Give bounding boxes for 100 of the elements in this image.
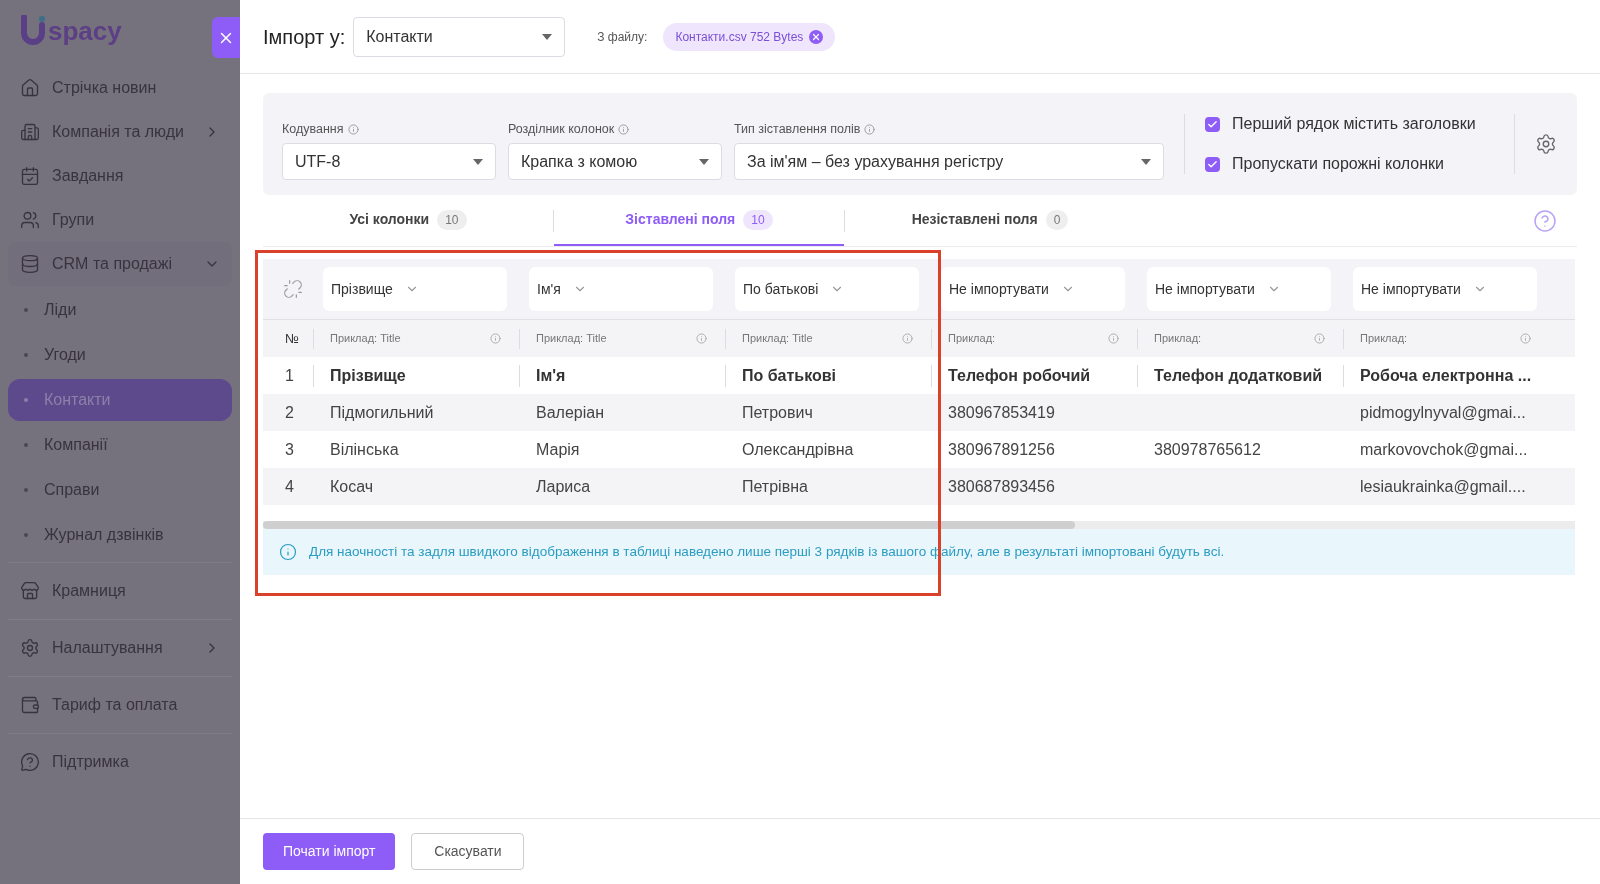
field-dropdown[interactable]: Не імпортувати	[1147, 267, 1331, 311]
checkbox[interactable]	[1205, 156, 1220, 172]
help-icon	[20, 752, 40, 772]
tab-count: 0	[1045, 209, 1069, 230]
field-dropdown[interactable]: По батькові	[735, 267, 919, 311]
bullet-icon	[24, 353, 28, 357]
checkbox-label: Пропускати порожні колонки	[1232, 154, 1445, 174]
bullet-icon	[24, 488, 28, 492]
bullet-icon	[24, 308, 28, 312]
table-cell-text: Косач	[330, 476, 374, 497]
field-select[interactable]: За ім'ям – без урахування регістру	[734, 143, 1164, 181]
table-cell-text: 380967891256	[948, 439, 1055, 460]
table-cell-text: Петрович	[742, 402, 813, 423]
field-dropdown[interactable]: Прізвище	[323, 267, 507, 311]
checkbox-label: Перший рядок містить заголовки	[1232, 114, 1476, 134]
bullet-icon	[24, 533, 28, 537]
check-icon	[1207, 118, 1218, 130]
table-cell-text: Робоча електронна ...	[1360, 365, 1532, 386]
tab[interactable]: Незіставлені поля 0	[845, 195, 1135, 246]
table-cell-text: 380967853419	[948, 402, 1055, 423]
row-number: 4	[284, 476, 295, 497]
sidebar-subitem[interactable]: Ліди	[8, 289, 232, 331]
field-label: Кодування	[282, 120, 344, 138]
unlink-icon[interactable]	[283, 279, 303, 299]
sidebar-item[interactable]: Завдання	[8, 154, 232, 198]
scrollbar[interactable]	[263, 521, 1575, 529]
info-icon	[347, 123, 359, 135]
remove-icon[interactable]	[809, 29, 824, 44]
info-icon	[1314, 333, 1325, 344]
field-dropdown[interactable]: Не імпортувати	[1353, 267, 1537, 311]
building-icon	[20, 122, 40, 142]
table-cell-text: Олександрівна	[742, 439, 854, 460]
table-cell-text: Петрівна	[742, 476, 808, 497]
info-icon	[490, 333, 501, 344]
table-cell-text: Марія	[536, 439, 580, 460]
sidebar-item[interactable]: Компанія та люди	[8, 110, 232, 154]
info-icon	[696, 333, 707, 344]
settings-icon	[20, 638, 40, 658]
info-icon	[902, 333, 913, 344]
row-number: 3	[284, 439, 295, 460]
sidebar-item[interactable]: Крамниця	[8, 569, 232, 613]
sidebar-item[interactable]: Тариф та оплата	[8, 683, 232, 727]
sidebar-item[interactable]: Налаштування	[8, 626, 232, 670]
users-icon	[20, 210, 40, 230]
sidebar-item[interactable]: Підтримка	[8, 740, 232, 784]
info-icon	[618, 123, 630, 135]
sidebar-subitem[interactable]: Журнал дзвінків	[8, 514, 232, 556]
column-heading: №	[284, 329, 300, 348]
table-cell-text: 380978765612	[1154, 439, 1261, 460]
table-cell-text: Ім'я	[536, 365, 566, 386]
table-cell-text: Підмогильний	[330, 402, 434, 423]
caret-icon	[473, 158, 483, 165]
table-cell-text: Валеріан	[536, 402, 604, 423]
table-cell-text: 380687893456	[948, 476, 1055, 497]
sidebar-subitem[interactable]: Справи	[8, 469, 232, 511]
target-select[interactable]: Контакти	[353, 16, 566, 57]
tab-count: 10	[437, 209, 467, 230]
caret-icon	[542, 33, 553, 40]
sidebar-subitem[interactable]: Компанії	[8, 424, 232, 466]
database-icon	[20, 254, 40, 274]
table-cell-text: Лариса	[536, 476, 591, 497]
table-cell-text: pidmogylnyval@gmai...	[1360, 402, 1526, 423]
table-cell-text: lesiaukrainka@gmail....	[1360, 476, 1526, 497]
close-button[interactable]	[212, 17, 240, 58]
field-dropdown[interactable]: Не імпортувати	[941, 267, 1125, 311]
settings-icon[interactable]	[1535, 133, 1557, 155]
info-icon	[1108, 333, 1119, 344]
row-number: 2	[284, 402, 295, 423]
file-label: З файлу:	[597, 28, 648, 46]
tab-count: 10	[743, 209, 773, 230]
page-title: Імпорт у:	[263, 24, 346, 50]
info-icon	[279, 543, 297, 561]
example-label: Приклад: Title	[330, 331, 402, 347]
home-icon	[20, 78, 40, 98]
field-dropdown[interactable]: Ім'я	[529, 267, 713, 311]
table-cell-text: Вілінська	[330, 439, 399, 460]
field-select[interactable]: Крапка з комою	[508, 143, 722, 181]
bullet-icon	[24, 443, 28, 447]
logo-icon	[20, 15, 46, 47]
field-select[interactable]: UTF-8	[282, 143, 496, 181]
checkbox[interactable]	[1205, 116, 1220, 132]
row-number: 1	[284, 365, 295, 386]
tab[interactable]: Зіставлені поля 10	[554, 195, 844, 246]
example-label: Приклад:	[948, 331, 997, 347]
table-cell-text: Телефон додатковий	[1154, 365, 1323, 386]
sidebar-item[interactable]: Групи	[8, 198, 232, 242]
cancel-button[interactable]: Скасувати	[411, 833, 525, 870]
bullet-icon	[24, 398, 28, 402]
help-icon[interactable]	[1533, 208, 1557, 233]
example-label: Приклад:	[1154, 331, 1203, 347]
file-chip: Контакти.csv 752 Bytes	[663, 22, 836, 51]
sidebar-item[interactable]: Стрічка новин	[8, 66, 232, 110]
field-label: Розділник колонок	[508, 120, 615, 138]
table-cell-text: По батькові	[742, 365, 837, 386]
info-icon	[1520, 333, 1531, 344]
tab[interactable]: Усі колонки 10	[263, 195, 553, 246]
caret-icon	[699, 158, 709, 165]
table-cell-text: Прізвище	[330, 365, 406, 386]
sidebar-subitem[interactable]: Угоди	[8, 334, 232, 376]
start-import-button[interactable]: Почати імпорт	[263, 833, 396, 870]
